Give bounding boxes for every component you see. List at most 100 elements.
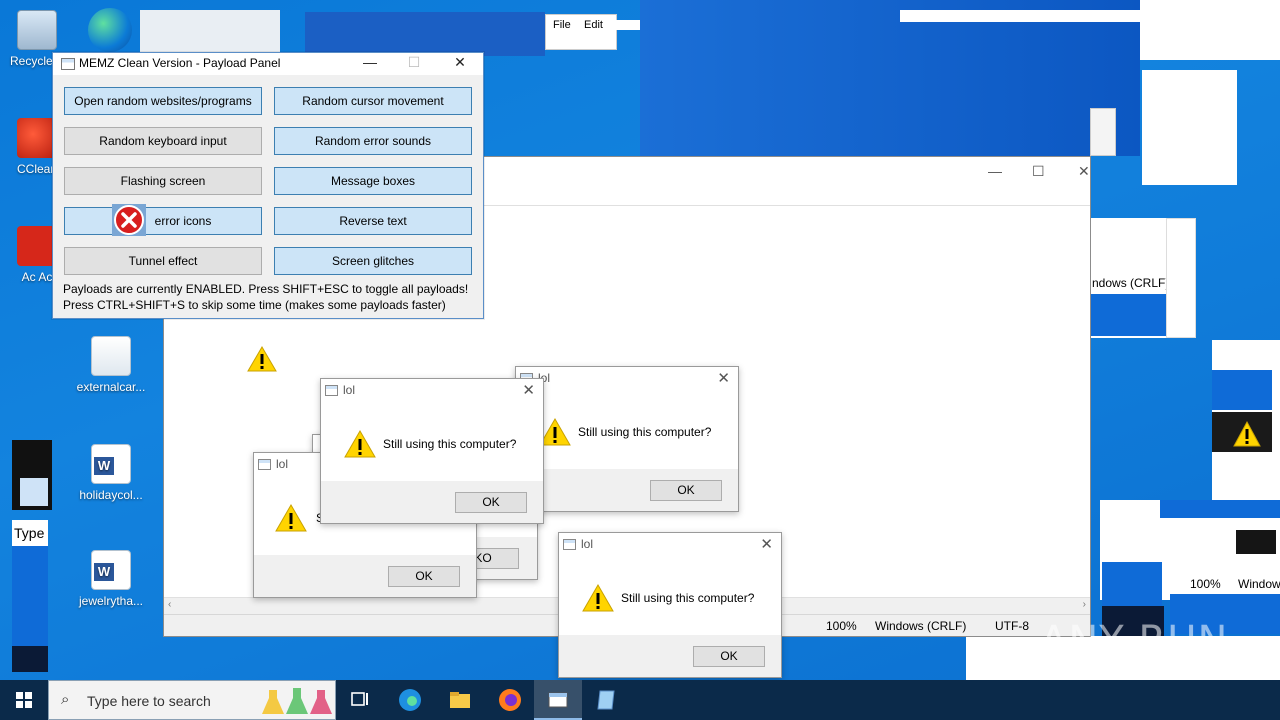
ok-button[interactable]: OK: [693, 646, 765, 667]
maximize-icon: ☐: [407, 54, 421, 70]
glitch-menu-file: File: [553, 19, 571, 31]
status-eol: Windows (CRLF): [875, 619, 967, 633]
desktop-icon-label: holidaycol...: [79, 488, 143, 502]
watermark-text: ANY RUN: [1040, 618, 1229, 664]
window-icon: [325, 385, 338, 396]
panel-title: MEMZ Clean Version - Payload Panel: [79, 56, 281, 70]
window-icon: [563, 539, 576, 550]
warning-icon: [247, 346, 277, 372]
search-placeholder: Type here to search: [87, 693, 211, 709]
close-icon[interactable]: ✕: [717, 369, 730, 387]
glitch-block: [12, 646, 48, 672]
windows-logo-icon: [16, 692, 32, 708]
image-file-icon: [91, 336, 131, 376]
word-document-icon: [91, 444, 131, 484]
glitch-block: [1212, 370, 1272, 410]
science-flasks-icon: [262, 688, 332, 714]
message-dialog: lol ✕ Still using this computer? OK: [320, 378, 544, 524]
edge-desktop-icon[interactable]: [88, 8, 132, 52]
desktop-icon-label: CClean: [16, 162, 58, 176]
acrobat-icon: [17, 226, 57, 266]
glitch-eol-text: ndows (CRLF): [1092, 276, 1170, 290]
glitch-block: [140, 10, 280, 54]
glitch-block: [900, 10, 1180, 22]
payload-reverse-text-button[interactable]: Reverse text: [274, 207, 472, 235]
dialog-message: Still using this computer?: [383, 437, 517, 451]
close-icon[interactable]: ✕: [445, 54, 475, 71]
message-dialog: lol ✕ Still using this computer? OK: [515, 366, 739, 512]
payload-cursor-movement-button[interactable]: Random cursor movement: [274, 87, 472, 115]
warning-icon: [275, 503, 307, 532]
word-document-icon: [91, 550, 131, 590]
edge-browser-icon[interactable]: [398, 688, 422, 712]
payload-error-icons-button[interactable]: error icons: [64, 207, 262, 235]
dialog-title: lol: [276, 457, 289, 471]
memz-taskbar-button[interactable]: [534, 680, 582, 720]
desktop-icon-label: externalcar...: [76, 380, 146, 394]
minimize-icon[interactable]: —: [988, 163, 1002, 179]
glitch-block: [1236, 530, 1276, 554]
close-icon[interactable]: ✕: [1078, 163, 1090, 180]
minimize-icon[interactable]: —: [355, 54, 385, 70]
glitch-block: [305, 12, 545, 56]
status-zoom: 100%: [826, 619, 857, 633]
window-icon: [61, 58, 75, 70]
notepad-icon[interactable]: [594, 688, 618, 712]
warning-icon: [1233, 420, 1261, 447]
file-explorer-icon[interactable]: [448, 688, 472, 712]
maximize-icon[interactable]: ☐: [1032, 163, 1045, 180]
warning-icon: [344, 429, 376, 458]
payload-shortcut-note: Press CTRL+SHIFT+S to skip some time (ma…: [63, 298, 446, 312]
payload-open-websites-button[interactable]: Open random websites/programs: [64, 87, 262, 115]
ok-button[interactable]: OK: [650, 480, 722, 501]
scroll-right-icon[interactable]: ›: [1083, 599, 1086, 610]
dialog-message: Still using this computer?: [621, 591, 755, 605]
payload-error-sounds-button[interactable]: Random error sounds: [274, 127, 472, 155]
warning-icon: [582, 583, 614, 612]
glitch-block: [1140, 0, 1280, 60]
taskbar-search-box[interactable]: ⌕ Type here to search: [48, 680, 336, 720]
glitch-block: [1102, 562, 1162, 606]
ok-button[interactable]: OK: [388, 566, 460, 587]
glitch-menu-edit: Edit: [584, 19, 603, 31]
status-encoding: UTF-8: [995, 619, 1029, 633]
glitch-block: [640, 0, 1140, 156]
panel-titlebar[interactable]: MEMZ Clean Version - Payload Panel — ☐ ✕: [53, 53, 483, 75]
close-icon[interactable]: ✕: [760, 535, 773, 553]
taskbar: ⌕ Type here to search: [0, 680, 1280, 720]
glitch-block: [1142, 70, 1237, 185]
ok-button[interactable]: OK: [455, 492, 527, 513]
search-icon: ⌕: [61, 691, 70, 708]
desktop-icon-externalcar[interactable]: externalcar...: [76, 336, 146, 394]
recycle-bin-icon: [17, 10, 57, 50]
payload-flashing-screen-button[interactable]: Flashing screen: [64, 167, 262, 195]
glitch-block: [20, 478, 48, 506]
dialog-title: lol: [581, 537, 594, 551]
glitch-block: [1090, 294, 1166, 336]
glitch-type-text: Type: [14, 525, 45, 541]
window-icon: [258, 459, 271, 470]
task-view-icon[interactable]: [348, 688, 372, 712]
scroll-left-icon[interactable]: ‹: [168, 599, 171, 610]
firefox-icon[interactable]: [498, 688, 522, 712]
payload-panel-window: MEMZ Clean Version - Payload Panel — ☐ ✕…: [52, 52, 484, 319]
glitch-block: [1160, 500, 1280, 518]
payload-message-boxes-button[interactable]: Message boxes: [274, 167, 472, 195]
payload-screen-glitches-button[interactable]: Screen glitches: [274, 247, 472, 275]
glitch-window-text: Window: [1238, 577, 1280, 591]
window-app-icon: [548, 692, 568, 708]
payload-keyboard-input-button[interactable]: Random keyboard input: [64, 127, 262, 155]
message-dialog: lol ✕ Still using this computer? OK: [558, 532, 782, 678]
close-icon[interactable]: ✕: [522, 381, 535, 399]
glitch-block: [1166, 218, 1196, 338]
payload-status-note: Payloads are currently ENABLED. Press SH…: [63, 282, 469, 296]
glitch-zoom-text: 100%: [1190, 577, 1221, 591]
start-button[interactable]: [0, 680, 48, 720]
desktop-icon-label: Ac Ac: [21, 270, 53, 284]
payload-tunnel-effect-button[interactable]: Tunnel effect: [64, 247, 262, 275]
error-icon: [112, 204, 146, 236]
desktop-icon-jewelrytha[interactable]: jewelrytha...: [76, 550, 146, 608]
glitch-block: [1090, 108, 1116, 156]
desktop-icon-holidaycol[interactable]: holidaycol...: [76, 444, 146, 502]
dialog-title: lol: [343, 383, 356, 397]
